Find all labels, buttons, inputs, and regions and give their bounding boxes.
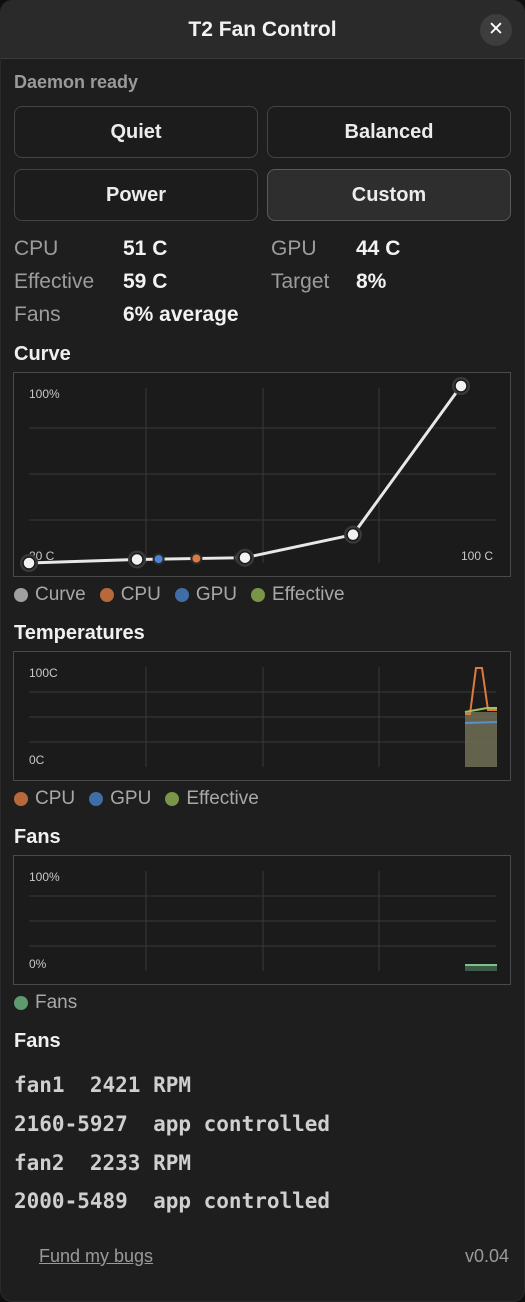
- temperatures-legend: CPU GPU Effective: [14, 788, 259, 810]
- curve-grid: [29, 388, 496, 563]
- temperatures-grid: [29, 667, 496, 767]
- version-label: v0.04: [464, 1246, 509, 1266]
- curve-legend: Curve CPU GPU Effective: [14, 584, 345, 606]
- legend-label: GPU: [195, 584, 237, 605]
- power-mode-button[interactable]: Power: [14, 169, 258, 221]
- fan2-range: 2000-5489 app controlled: [14, 1189, 331, 1213]
- temperatures-area: [465, 712, 497, 767]
- fund-my-bugs-link[interactable]: Fund my bugs: [39, 1246, 153, 1267]
- curve-point-handle[interactable]: [454, 379, 468, 393]
- legend-label: Effective: [272, 584, 345, 605]
- legend-gpu: GPU: [89, 788, 151, 810]
- legend-label: CPU: [35, 788, 76, 809]
- legend-fans: Fans: [14, 992, 77, 1014]
- fans-value: 6% average: [123, 303, 239, 326]
- gpu-value: 44 C: [356, 237, 401, 260]
- fans-chart: 100% 0%: [13, 855, 511, 985]
- legend-effective: Effective: [251, 584, 345, 606]
- app-window: T2 Fan Control ✕ Daemon ready Quiet Bala…: [0, 0, 525, 1302]
- curve-label-top: 100%: [29, 387, 60, 401]
- effective-label: Effective: [14, 270, 95, 293]
- legend-cpu: CPU: [99, 584, 161, 606]
- legend-dot: [14, 792, 28, 806]
- curve-point-handle[interactable]: [346, 527, 360, 542]
- curve-section-title: Curve: [14, 343, 71, 365]
- fans-label-top: 100%: [29, 870, 60, 884]
- temperatures-section-title: Temperatures: [14, 622, 145, 644]
- custom-mode-button[interactable]: Custom: [267, 169, 511, 221]
- balanced-mode-button[interactable]: Balanced: [267, 106, 511, 158]
- temperatures-label-bottom: 0C: [29, 753, 45, 767]
- fans-legend: Fans: [14, 992, 77, 1014]
- legend-label: Effective: [186, 788, 259, 809]
- fans-grid: [29, 871, 496, 971]
- fans-chart-svg: 100% 0%: [29, 870, 497, 971]
- close-button[interactable]: ✕: [480, 14, 512, 46]
- legend-curve: Curve: [14, 584, 86, 606]
- window-title: T2 Fan Control: [188, 18, 337, 41]
- legend-dot: [251, 588, 265, 602]
- legend-dot: [174, 588, 189, 602]
- quiet-mode-button[interactable]: Quiet: [14, 106, 258, 158]
- gpu-label: GPU: [271, 237, 317, 260]
- legend-cpu: CPU: [14, 788, 75, 810]
- title-bar: T2 Fan Control ✕: [1, 1, 524, 59]
- fan1-rpm: fan1 2421 RPM: [14, 1073, 192, 1097]
- legend-label: Fans: [35, 992, 78, 1013]
- close-icon: ✕: [488, 19, 504, 40]
- curve-point-handle[interactable]: [22, 556, 36, 570]
- fans-list-title: Fans: [14, 1030, 61, 1052]
- legend-label: GPU: [110, 788, 152, 809]
- cpu-value: 51 C: [123, 237, 168, 260]
- curve-chart-svg: 100% 20 C 100 C: [20, 377, 496, 572]
- legend-dot: [99, 588, 114, 602]
- temperatures-label-top: 100C: [29, 666, 58, 680]
- fan2-rpm: fan2 2233 RPM: [14, 1151, 192, 1175]
- temperatures-gpu-line: [464, 721, 498, 724]
- legend-dot: [14, 588, 28, 602]
- effective-value: 59 C: [123, 270, 168, 293]
- curve-point-handle[interactable]: [238, 550, 252, 565]
- target-value: 8%: [356, 270, 387, 293]
- fan1-range: 2160-5927 app controlled: [14, 1112, 331, 1136]
- curve-point-handle[interactable]: [130, 552, 144, 567]
- fans-label: Fans: [14, 303, 61, 326]
- legend-dot: [14, 996, 28, 1010]
- cpu-marker: [190, 552, 203, 565]
- legend-dot: [165, 792, 180, 806]
- legend-label: CPU: [120, 584, 161, 605]
- legend-dot: [89, 792, 104, 806]
- target-label: Target: [271, 270, 330, 293]
- status-text: Daemon ready: [14, 72, 139, 92]
- gpu-marker: [152, 553, 165, 566]
- legend-gpu: GPU: [174, 584, 237, 606]
- legend-label: Curve: [35, 584, 86, 605]
- legend-effective: Effective: [165, 788, 259, 810]
- fans-chart-section-title: Fans: [14, 826, 61, 848]
- curve-chart[interactable]: 100% 20 C 100 C: [13, 372, 511, 577]
- curve-label-right: 100 C: [461, 549, 493, 563]
- cpu-label: CPU: [14, 237, 59, 260]
- fans-label-bottom: 0%: [29, 957, 47, 971]
- temperatures-chart-svg: 100C 0C: [29, 666, 498, 767]
- temperatures-chart: 100C 0C: [13, 651, 511, 781]
